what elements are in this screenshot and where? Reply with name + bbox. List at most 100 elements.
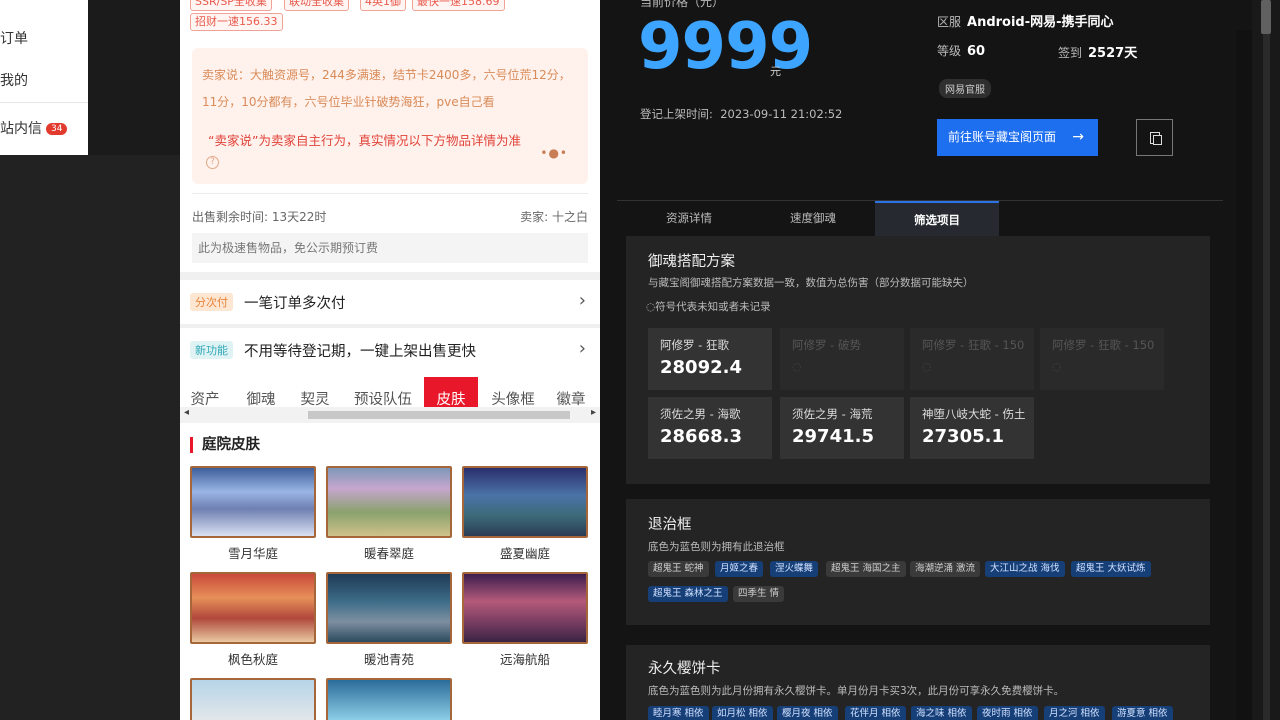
frame-chip: 涅火蝶舞: [770, 561, 819, 577]
signin-value: 2527天: [1088, 46, 1138, 61]
details-panel: 当前价格（元） 9999 元 登记上架时间: 2023-09-11 21:02:…: [600, 0, 1252, 720]
skin-card[interactable]: 雪月华庭: [190, 466, 316, 562]
price-header: 当前价格（元） 9999 元 登记上架时间: 2023-09-11 21:02:…: [600, 0, 1252, 200]
sakura-chip: 月之河 相依: [1044, 706, 1105, 720]
scroll-left-icon[interactable]: ◂: [184, 407, 189, 418]
section-title: 庭院皮肤: [190, 437, 260, 453]
tab-assets[interactable]: 资产: [180, 377, 230, 411]
tab-speed-yuhun[interactable]: 速度御魂: [751, 201, 875, 237]
frame-chip: 超鬼王 蛇神: [648, 561, 709, 577]
category-tabs: 资产 御魂 契灵 预设队伍 皮肤 头像框 徽章: [180, 377, 600, 411]
skin-thumbnail: [190, 572, 316, 644]
skin-thumbnail: [462, 572, 588, 644]
sakura-chip: 游夏意 相依: [1112, 706, 1173, 720]
go-button-label: 前往账号藏宝阁页面: [948, 130, 1057, 144]
frames-title: 退治框: [648, 517, 692, 533]
damage-cell: 须佐之男 - 海歌 28668.3: [648, 397, 772, 459]
skin-thumbnail: [326, 572, 452, 644]
scroll-right-icon[interactable]: ▸: [591, 407, 596, 418]
sakura-title: 永久樱饼卡: [648, 661, 721, 677]
yuhun-card: 御魂搭配方案 与藏宝阁御魂搭配方案数据一致，数值为总伤害（部分数据可能缺失） ◌…: [626, 236, 1210, 484]
price-currency: 元: [770, 65, 781, 78]
installment-badge: 分次付: [190, 293, 233, 311]
yuhun-title: 御魂搭配方案: [648, 254, 735, 270]
nav-item-messages[interactable]: 站内信 34: [0, 118, 68, 138]
damage-label: 阿修罗 - 破势: [792, 338, 861, 352]
seller-disclaimer: “卖家说”为卖家自主行为，真实情况以下方物品详情为准: [208, 133, 521, 148]
frames-subtitle: 底色为蓝色则为拥有此退治框: [648, 541, 785, 553]
skin-card[interactable]: 枫色秋庭: [190, 572, 316, 668]
chevron-right-icon: ›: [578, 290, 586, 311]
page-scrollbar[interactable]: [1252, 0, 1280, 720]
new-feature-label: 不用等待登记期，一键上架出售更快: [244, 344, 476, 360]
frame-chip: 四季生 情: [733, 586, 785, 602]
help-icon[interactable]: ?: [206, 156, 219, 169]
skin-name: 暖池青苑: [363, 652, 414, 667]
panel-edge: [1236, 30, 1252, 720]
listing-tag: SSR/SP全收集: [190, 0, 272, 11]
damage-label: 须佐之男 - 海荒: [792, 407, 873, 421]
damage-value: 27305.1: [922, 426, 1004, 447]
more-dots-icon[interactable]: •●•: [540, 146, 568, 160]
sakura-chip: 花伴月 相依: [845, 706, 906, 720]
section-gap: [180, 272, 600, 280]
listing-panel: SSR/SP全收集 联动全收集 4英1御 最快一速158.69 招财一速156.…: [180, 0, 600, 720]
go-to-cbg-button[interactable]: 前往账号藏宝阁页面 →: [937, 119, 1098, 156]
installment-row[interactable]: 分次付 一笔订单多次付 ›: [180, 280, 600, 324]
frame-chip: 超鬼王 森林之王: [648, 586, 728, 602]
tab-skins[interactable]: 皮肤: [424, 377, 478, 411]
signin-info: 签到 2527天: [1058, 42, 1137, 61]
frame-chip: 超鬼王 大妖试炼: [1071, 561, 1151, 577]
yuhun-note: ◌符号代表未知或者未记录: [646, 301, 771, 313]
damage-value: ◌: [792, 360, 802, 373]
frame-chip: 大江山之战 海伐: [985, 561, 1065, 577]
damage-cell: 阿修罗 - 狂歌 - 150 ◌: [1040, 328, 1164, 390]
level-info: 等级 60: [937, 42, 985, 59]
damage-cell: 神堕八岐大蛇 - 伤土 27305.1: [910, 397, 1034, 459]
sakura-chip: 如月松 相依: [712, 706, 773, 720]
sakura-chip: 夜时雨 相依: [977, 706, 1038, 720]
tab-preset-team[interactable]: 预设队伍: [346, 377, 420, 411]
scrollbar-thumb[interactable]: [308, 411, 570, 419]
messages-label: 站内信: [0, 121, 42, 137]
listing-tag: 联动全收集: [284, 0, 349, 11]
frame-chip: 海潮逆涌 激流: [910, 561, 981, 577]
level-label: 等级: [937, 44, 962, 58]
skin-thumbnail: [326, 678, 452, 720]
damage-cell: 阿修罗 - 狂歌 28092.4: [648, 328, 772, 390]
tab-qiling[interactable]: 契灵: [290, 377, 340, 411]
damage-label: 阿修罗 - 狂歌 - 150: [922, 338, 1025, 352]
new-feature-badge: 新功能: [190, 341, 233, 359]
nav-divider: [0, 102, 88, 103]
skin-card[interactable]: 暖春翠庭: [326, 466, 452, 562]
installment-label: 一笔订单多次付: [244, 296, 346, 312]
new-feature-row[interactable]: 新功能 不用等待登记期，一键上架出售更快 ›: [180, 328, 600, 372]
price-caption: 当前价格（元）: [640, 0, 725, 9]
copy-button[interactable]: [1136, 119, 1173, 156]
damage-cell: 阿修罗 - 破势 ◌: [780, 328, 904, 390]
damage-label: 神堕八岐大蛇 - 伤土: [922, 407, 1026, 421]
skin-card[interactable]: 暖池青苑: [326, 572, 452, 668]
tab-filter-items[interactable]: 筛选项目: [875, 201, 999, 237]
tab-yuhun[interactable]: 御魂: [236, 377, 286, 411]
skin-name: 盛夏幽庭: [499, 546, 550, 561]
skin-card[interactable]: [190, 678, 316, 720]
background-gap: [0, 155, 180, 720]
nav-item-orders[interactable]: 订单: [0, 28, 28, 48]
tab-badge[interactable]: 徽章: [548, 377, 594, 411]
skin-card[interactable]: [326, 678, 452, 720]
nav-item-mine[interactable]: 我的: [0, 70, 28, 90]
skin-card[interactable]: 盛夏幽庭: [462, 466, 588, 562]
tab-avatar-frame[interactable]: 头像框: [482, 377, 544, 411]
frames-card: 退治框 底色为蓝色则为拥有此退治框 超鬼王 蛇神 月姬之春 涅火蝶舞 超鬼王 海…: [626, 499, 1210, 625]
scrollbar-thumb[interactable]: [1261, 0, 1271, 34]
skin-thumbnail: [326, 466, 452, 538]
left-nav: 订单 我的 站内信 34: [0, 0, 88, 155]
seller-name[interactable]: 卖家: 十之白: [520, 208, 588, 225]
server-info: 区服 Android-网易-携手同心: [937, 11, 1114, 30]
tabs-scrollbar[interactable]: ◂ ▸: [180, 407, 600, 423]
tab-resource-details[interactable]: 资源详情: [627, 201, 751, 237]
skin-thumbnail: [190, 466, 316, 538]
scrollbar-track[interactable]: [1263, 0, 1270, 720]
skin-card[interactable]: 远海航船: [462, 572, 588, 668]
